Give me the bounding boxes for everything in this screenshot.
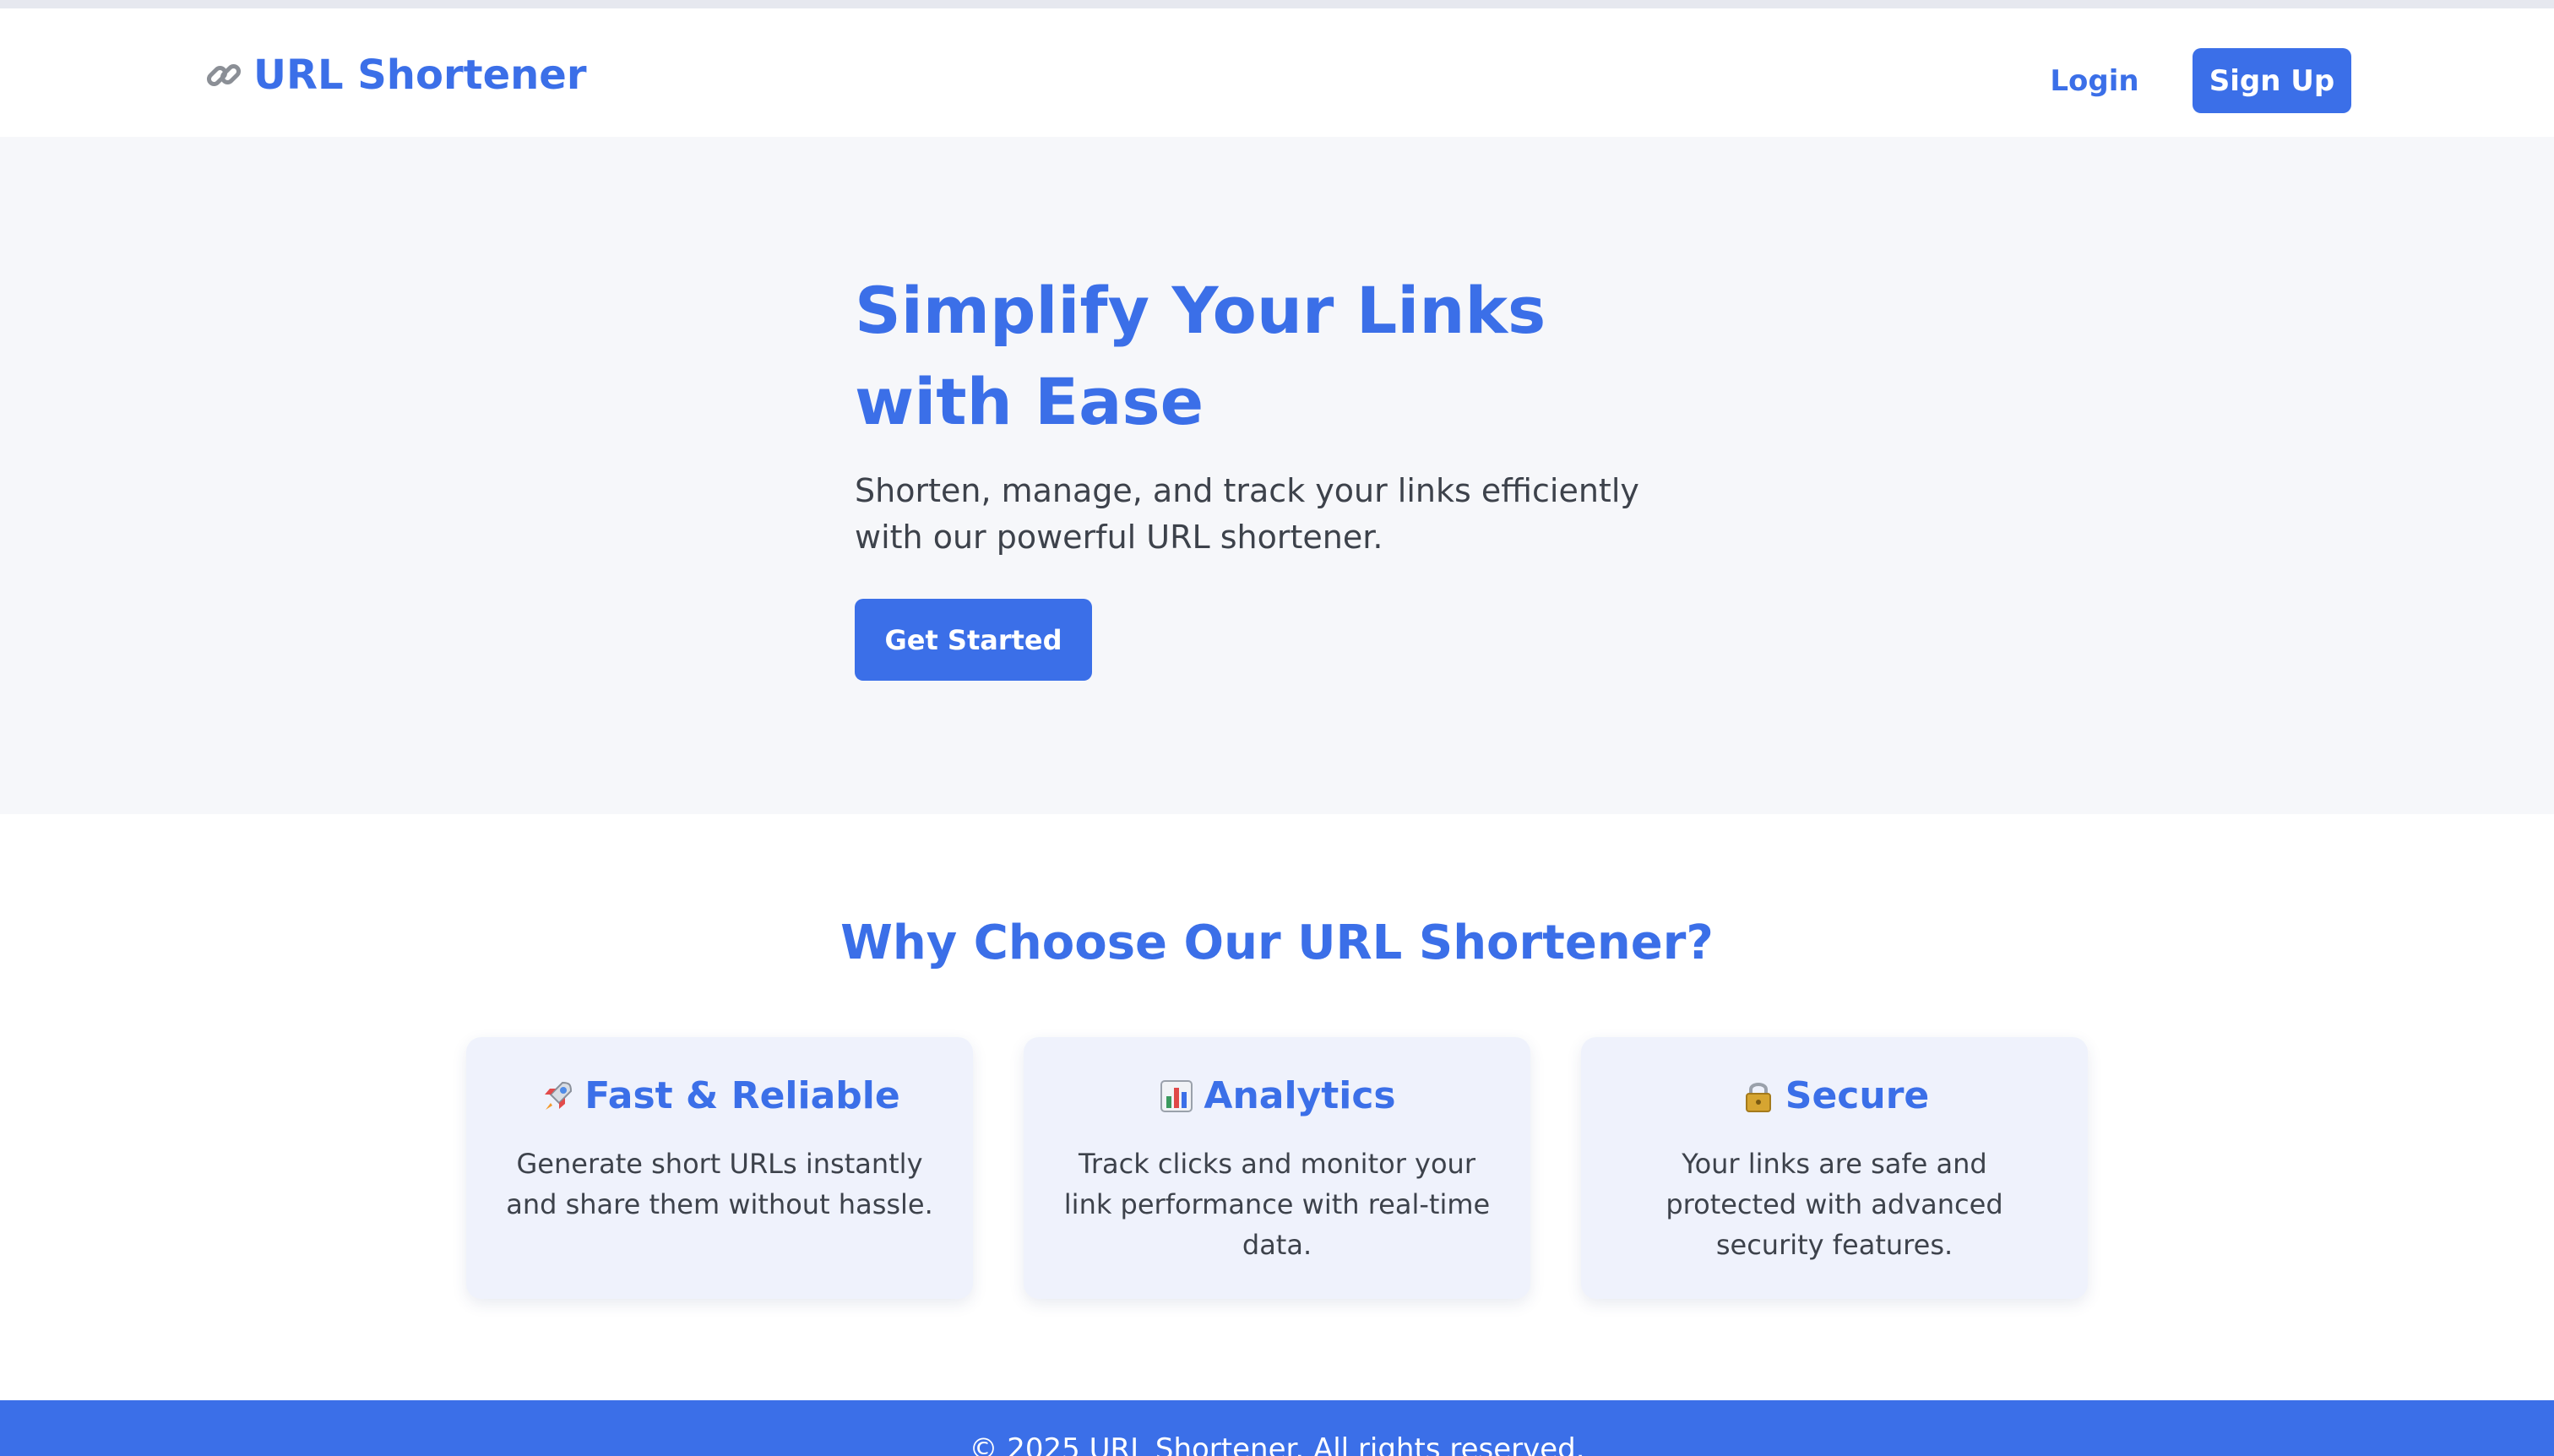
bar-chart-icon <box>1160 1079 1193 1112</box>
lock-icon <box>1745 1082 1771 1112</box>
feature-card-title: Fast & Reliable <box>466 1074 973 1117</box>
feature-description: Track clicks and monitor your link perfo… <box>1063 1148 1491 1261</box>
feature-card-title: Secure <box>1581 1074 2088 1117</box>
feature-title: Secure <box>1785 1074 1930 1117</box>
top-divider <box>0 0 2554 8</box>
login-link[interactable]: Login <box>2027 49 2162 113</box>
hero-title: Simplify Your Links with Ease <box>855 273 1546 439</box>
features-heading: Why Choose Our URL Shortener? <box>840 915 1714 970</box>
brand-logo[interactable]: URL Shortener <box>203 47 587 103</box>
hero-section: Simplify Your Links with Ease Shorten, m… <box>0 137 2554 814</box>
feature-title: Analytics <box>1204 1074 1396 1117</box>
hero-subtitle: Shorten, manage, and track your links ef… <box>855 472 1639 556</box>
feature-card-fast-reliable: Fast & Reliable Generate short URLs inst… <box>466 1037 973 1299</box>
rocket-icon <box>545 1081 573 1110</box>
feature-description: Your links are safe and protected with a… <box>1666 1148 2003 1261</box>
landing-page: URL Shortener Login Sign Up Simplify You… <box>0 0 2554 1456</box>
footer-copyright: © 2025 URL Shortener. All rights reserve… <box>969 1432 1585 1456</box>
feature-title: Fast & Reliable <box>584 1074 900 1117</box>
brand-name: URL Shortener <box>253 52 587 99</box>
feature-card-secure: Secure Your links are safe and protected… <box>1581 1037 2088 1299</box>
feature-card-title: Analytics <box>1024 1074 1530 1117</box>
feature-description: Generate short URLs instantly and share … <box>506 1148 933 1220</box>
get-started-button[interactable]: Get Started <box>855 599 1092 681</box>
navbar: URL Shortener Login Sign Up <box>0 8 2554 137</box>
link-icon <box>206 63 242 87</box>
footer: © 2025 URL Shortener. All rights reserve… <box>0 1400 2554 1456</box>
sign-up-button[interactable]: Sign Up <box>2193 48 2351 113</box>
feature-card-analytics: Analytics Track clicks and monitor your … <box>1024 1037 1530 1299</box>
